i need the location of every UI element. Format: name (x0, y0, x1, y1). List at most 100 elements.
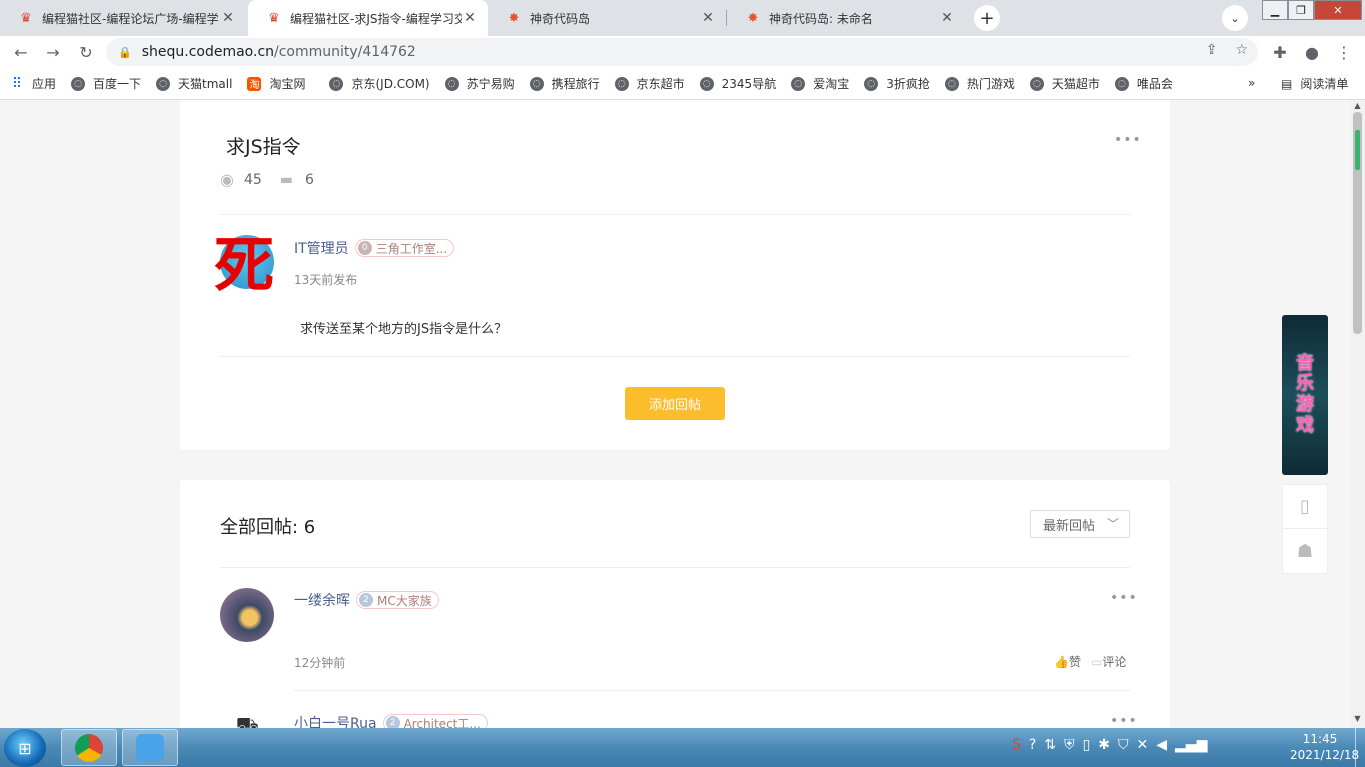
more-options-icon[interactable]: ••• (1110, 713, 1138, 728)
lock-icon: 🔒 (118, 45, 132, 59)
like-button[interactable]: 👍赞 (1054, 653, 1081, 670)
back-icon[interactable]: ← (9, 40, 33, 64)
show-desktop-button[interactable] (1355, 728, 1365, 767)
tab-3[interactable]: ✸ 神奇代码岛 ✕ (488, 0, 726, 36)
tab-search-button[interactable]: ⌄ (1222, 5, 1248, 31)
clock[interactable]: 11:45 2021/12/18 (1290, 731, 1359, 763)
globe-icon: ◌ (614, 76, 629, 91)
start-button[interactable]: ⊞ (4, 729, 46, 767)
globe-icon: ◌ (791, 76, 806, 91)
bookmark-item[interactable]: ◌ 携程旅行 (529, 75, 600, 92)
reading-list-icon: ▤ (1281, 76, 1293, 91)
scroll-up-icon[interactable]: ▲ (1351, 101, 1364, 110)
mobile-icon[interactable]: ▯ (1283, 485, 1327, 529)
bookmark-item[interactable]: ◌ 爱淘宝 (791, 75, 849, 92)
chrome-taskbar-icon[interactable] (61, 729, 117, 766)
reply-author-row: 一缕余晖 2 MC大家族 (294, 590, 439, 610)
bluetooth-icon[interactable]: ✱ (1098, 737, 1110, 753)
close-icon[interactable]: ✕ (220, 10, 236, 26)
security-icon[interactable]: ⛨ (1064, 737, 1075, 753)
bookmark-item[interactable]: ◌ 热门游戏 (944, 75, 1015, 92)
author-badge[interactable]: 0 三角工作室... (354, 239, 455, 257)
comment-button[interactable]: ▭评论 (1091, 653, 1126, 670)
close-icon[interactable]: ✕ (462, 10, 478, 26)
url-path: /community/414762 (274, 44, 416, 60)
bookmark-star-icon[interactable]: ☆ (1235, 42, 1248, 58)
menu-icon[interactable]: ⋮ (1332, 40, 1356, 64)
bookmark-item[interactable]: ◌ 京东超市 (614, 75, 685, 92)
bookmark-apps[interactable]: ⠿ 应用 (10, 75, 56, 92)
game-promo-banner[interactable]: 音 乐 游 戏 (1282, 315, 1328, 475)
replies-heading: 全部回帖: 6 (220, 517, 316, 538)
tab-2[interactable]: ♛ 编程猫社区-求JS指令-编程学习交 ✕ (248, 0, 488, 36)
sogou-icon[interactable]: S (1012, 737, 1021, 753)
share-icon[interactable]: ⇪ (1206, 42, 1218, 58)
reply-author[interactable]: 一缕余晖 (294, 590, 350, 610)
post-card: 求JS指令 ••• ◉ 45 ▬ 6 IT管理员 0 三角工作室... 13天前发… (180, 100, 1170, 450)
new-tab-button[interactable]: + (974, 5, 1000, 31)
page-viewport: 求JS指令 ••• ◉ 45 ▬ 6 IT管理员 0 三角工作室... 13天前发… (0, 100, 1350, 728)
add-reply-button[interactable]: 添加回帖 (625, 387, 725, 420)
bookmark-item[interactable]: ◌ 京东(JD.COM) (329, 75, 430, 92)
minimize-button[interactable]: ▁ (1262, 0, 1288, 20)
extensions-icon[interactable]: ✚ (1268, 40, 1292, 64)
qq-icon[interactable]: ☗ (1283, 529, 1327, 573)
reading-list-button[interactable]: ▤ 阅读清单 (1281, 75, 1348, 92)
address-bar[interactable]: 🔒 shequ.codemao.cn/community/414762 ⇪ ☆ (106, 38, 1258, 66)
close-icon[interactable]: ✕ (700, 10, 716, 26)
author-name[interactable]: IT管理员 (294, 238, 349, 258)
close-window-button[interactable]: ✕ (1314, 0, 1362, 20)
maximize-button[interactable]: ❐ (1288, 0, 1314, 20)
tab-title: 神奇代码岛 (530, 11, 591, 26)
globe-icon: ◌ (699, 76, 714, 91)
bookmark-item[interactable]: ◌ 2345导航 (699, 75, 776, 92)
reload-icon[interactable]: ↻ (74, 40, 98, 64)
comment-label: 评论 (1102, 655, 1127, 669)
reply-author[interactable]: 小白一号Rua (294, 713, 377, 728)
codemao-taskbar-icon[interactable] (122, 729, 178, 766)
profile-icon[interactable]: ● (1300, 40, 1324, 64)
comment-count: 6 (305, 171, 314, 188)
overlay-character: 死 (214, 231, 274, 301)
reply-badge[interactable]: 2 Architect工... (382, 714, 488, 728)
promo-char: 游 (1296, 394, 1314, 415)
bookmark-item[interactable]: ◌ 天猫tmall (156, 75, 232, 92)
url-host: shequ.codemao.cn (141, 44, 275, 60)
signal-icon[interactable]: ▂▄▆ (1175, 737, 1207, 753)
tab-4[interactable]: ✸ 神奇代码岛: 未命名 ✕ (727, 0, 965, 36)
bookmarks-overflow-button[interactable]: » (1248, 76, 1255, 90)
globe-icon: ◌ (1029, 76, 1044, 91)
tab-1[interactable]: ♛ 编程猫社区-编程论坛广场-编程学 ✕ (0, 0, 246, 36)
bookmark-item[interactable]: ◌ 天猫超市 (1029, 75, 1100, 92)
clock-time: 11:45 (1302, 732, 1338, 746)
clipboard-icon[interactable]: ▯ (1083, 737, 1091, 753)
bookmark-item[interactable]: ◌ 唯品会 (1114, 75, 1173, 92)
close-icon[interactable]: ✕ (939, 10, 955, 26)
badge-level: 2 (385, 716, 400, 728)
help-icon[interactable]: ? (1029, 737, 1036, 753)
wifi-off-icon[interactable]: ✕ (1137, 737, 1149, 753)
shield-icon[interactable]: ⛉ (1118, 737, 1129, 753)
sort-dropdown[interactable]: 最新回帖 ﹀ (1030, 510, 1130, 538)
bookmark-item[interactable]: ◌ 3折疯抢 (864, 75, 930, 92)
network-icon[interactable]: ⇅ (1044, 737, 1056, 753)
post-body: 求传送至某个地方的JS指令是什么？ (300, 322, 508, 337)
reply-badge[interactable]: 2 MC大家族 (356, 591, 439, 609)
reply-avatar[interactable] (220, 588, 274, 642)
promo-char: 戏 (1296, 414, 1314, 436)
globe-icon: ◌ (444, 76, 459, 91)
more-options-icon[interactable]: ••• (1114, 132, 1142, 148)
bookmark-item[interactable]: ◌ 苏宁易购 (444, 75, 515, 92)
side-tools: ▯ ☗ (1282, 484, 1328, 574)
reply-time: 12分钟前 (294, 656, 346, 670)
more-options-icon[interactable]: ••• (1110, 590, 1138, 606)
forward-icon[interactable]: → (41, 40, 65, 64)
volume-icon[interactable]: ◀ (1156, 737, 1167, 753)
reply-avatar[interactable]: ⛟ (236, 714, 266, 728)
bookmark-label: 热门游戏 (966, 77, 1015, 91)
codemao-icon: ♛ (268, 10, 280, 26)
scroll-down-icon[interactable]: ▼ (1351, 714, 1364, 723)
codeisland-icon: ✸ (508, 10, 520, 26)
bookmark-item[interactable]: 淘淘宝网 (247, 75, 305, 92)
bookmark-item[interactable]: ◌ 百度一下 (71, 75, 141, 92)
